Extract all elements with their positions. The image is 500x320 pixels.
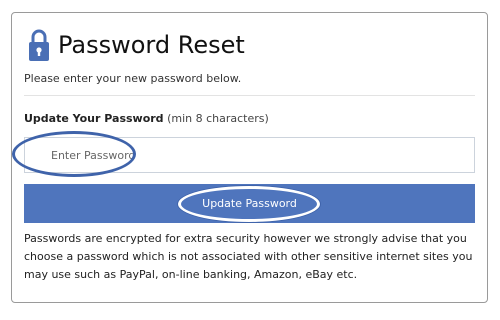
title-row: Password Reset <box>28 27 245 63</box>
divider <box>24 95 475 96</box>
password-label: Update Your Password <box>24 112 164 125</box>
page-title: Password Reset <box>58 31 245 59</box>
password-field-label: Update Your Password (min 8 characters) <box>24 112 269 125</box>
security-notice: Passwords are encrypted for extra securi… <box>24 232 473 281</box>
password-input[interactable] <box>24 137 475 173</box>
padlock-icon <box>29 29 49 61</box>
password-hint: (min 8 characters) <box>167 112 269 125</box>
update-password-button[interactable]: Update Password <box>24 184 475 223</box>
password-reset-card: Password Reset Please enter your new pas… <box>11 12 488 303</box>
instructions-text: Please enter your new password below. <box>24 72 242 85</box>
